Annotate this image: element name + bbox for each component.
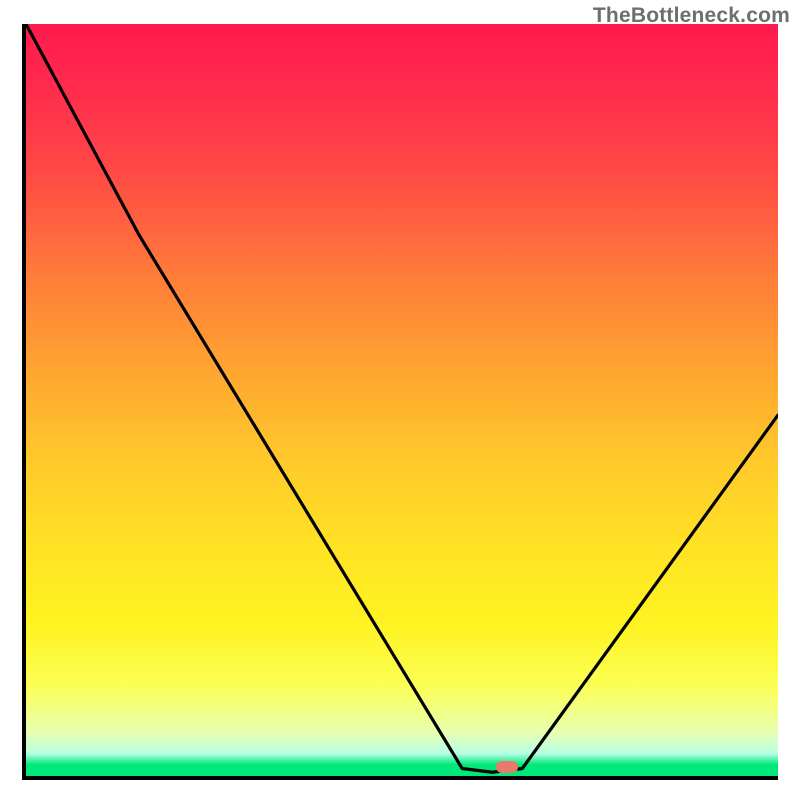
- plot-area: [22, 24, 778, 780]
- bottleneck-curve: [26, 24, 778, 776]
- optimal-marker: [496, 761, 518, 773]
- chart-canvas: TheBottleneck.com: [0, 0, 800, 800]
